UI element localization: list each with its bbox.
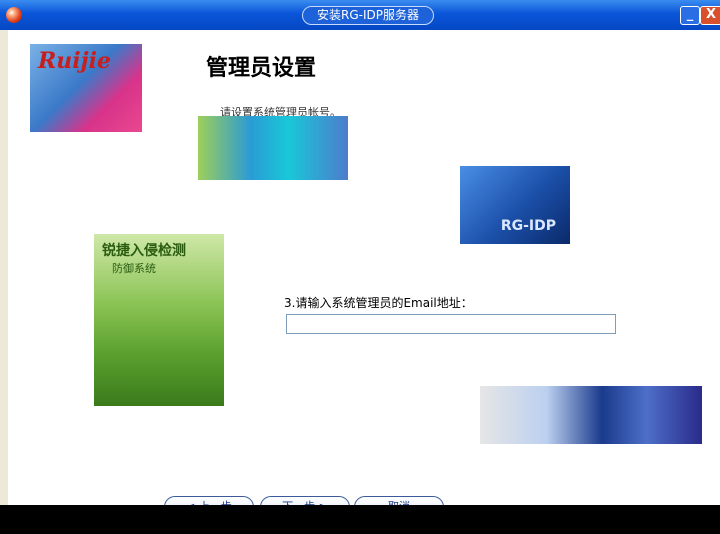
cancel-button[interactable]: 取消 xyxy=(354,496,444,505)
wizard-content: Ruijie 管理员设置 请设置系统管理员帐号。 RG-IDP 锐捷入侵检测 防… xyxy=(8,30,720,505)
email-label: 3.请输入系统管理员的Email地址： xyxy=(284,296,473,310)
decorative-graphic xyxy=(480,386,702,444)
product-title: 锐捷入侵检测 xyxy=(102,243,186,259)
product-box-graphic: 锐捷入侵检测 防御系统 xyxy=(94,234,224,406)
close-icon: X xyxy=(705,7,717,22)
title-bar[interactable]: 安装RG-IDP服务器 _ X xyxy=(0,0,720,30)
banner-graphic xyxy=(198,116,348,180)
bottom-strip xyxy=(0,505,720,534)
rg-idp-graphic: RG-IDP xyxy=(460,166,570,244)
product-subtitle: 防御系统 xyxy=(112,262,156,275)
close-button[interactable]: X xyxy=(700,6,720,25)
app-icon[interactable] xyxy=(6,7,22,23)
page-title: 管理员设置 xyxy=(206,56,317,81)
window-title: 安装RG-IDP服务器 xyxy=(302,6,434,25)
back-button[interactable]: < 上一步 xyxy=(164,496,254,505)
minimize-icon: _ xyxy=(686,7,694,22)
email-field[interactable] xyxy=(286,314,616,334)
next-button[interactable]: 下一步 > xyxy=(260,496,350,505)
rg-idp-label: RG-IDP xyxy=(500,218,556,234)
ruijie-logo: Ruijie xyxy=(30,44,142,132)
logo-text: Ruijie xyxy=(38,48,111,74)
installer-window: 安装RG-IDP服务器 _ X Ruijie 管理员设置 请设置系统管理员帐号。… xyxy=(0,0,720,505)
minimize-button[interactable]: _ xyxy=(680,6,700,25)
